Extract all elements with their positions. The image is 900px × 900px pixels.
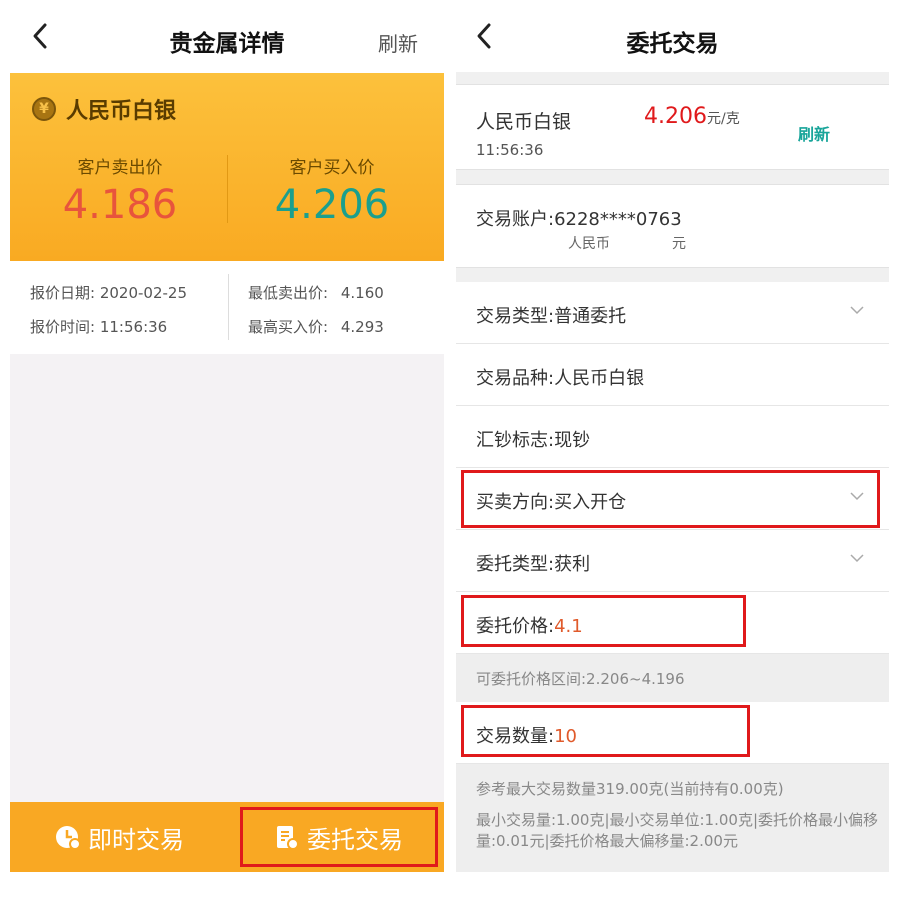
account-line: 交易账户:6228****0763 [476, 205, 682, 231]
quote-time: 报价时间: 11:56:36 [30, 316, 167, 337]
divider [227, 155, 228, 223]
cash-flag-field: 汇钞标志:现钞 [476, 426, 590, 452]
top-bar: 委托交易 [456, 0, 889, 72]
entrust-trade-screen: 委托交易 人民币白银 4.206元/克 11:56:36 刷新 交易账户:622… [456, 0, 889, 900]
top-bar: 贵金属详情 刷新 [10, 0, 444, 72]
max-buy-value: 4.293 [340, 318, 384, 336]
price-card: ¥ 人民币白银 客户卖出价 4.186 客户买入价 4.206 [10, 73, 444, 261]
max-quantity-hint: 参考最大交易数量319.00克(当前持有0.00克) [476, 780, 784, 798]
trade-type-row[interactable]: 交易类型:普通委托 [456, 282, 889, 344]
min-sell: 最低卖出价: 4.160 [248, 282, 384, 303]
account-label: 交易账户: [476, 209, 555, 230]
trade-type-label: 交易类型: [476, 306, 555, 327]
buy-price-value: 4.206 [274, 182, 390, 228]
trade-type-value: 普通委托 [554, 306, 627, 327]
chevron-down-icon [850, 306, 864, 315]
spacer [456, 268, 889, 282]
chevron-down-icon [850, 554, 864, 563]
cash-flag-value: 现钞 [554, 430, 591, 451]
refresh-button[interactable]: 刷新 [798, 121, 830, 145]
quote-date: 报价日期: 2020-02-25 [30, 282, 187, 303]
trade-product-label: 交易品种: [476, 368, 555, 389]
divider [228, 274, 229, 340]
account-currency: 人民币 [568, 236, 610, 252]
trade-type-field: 交易类型:普通委托 [476, 302, 626, 328]
min-sell-label: 最低卖出价: [248, 284, 329, 302]
entrust-type-label: 委托类型: [476, 554, 555, 575]
product-price-unit: 元/克 [706, 111, 740, 127]
trade-product-field: 交易品种:人民币白银 [476, 364, 644, 390]
masked-balance [610, 237, 672, 251]
entrust-type-field: 委托类型:获利 [476, 550, 590, 576]
yuan-coin-icon: ¥ [32, 97, 56, 121]
instant-trade-label: 即时交易 [88, 825, 184, 854]
precious-metal-detail-screen: 贵金属详情 刷新 ¥ 人民币白银 客户卖出价 4.186 客户买入价 4.206… [10, 0, 444, 900]
quote-date-value: 2020-02-25 [99, 284, 188, 302]
trade-product-row: 交易品种:人民币白银 [456, 344, 889, 406]
trade-product-value: 人民币白银 [554, 368, 645, 389]
sell-price-block: 客户卖出价 4.186 [20, 153, 220, 228]
account-number: 6228****0763 [554, 209, 682, 230]
quantity-hints: 参考最大交易数量319.00克(当前持有0.00克) 最小交易量:1.00克|最… [456, 764, 889, 872]
price-range-hint: 可委托价格区间:2.206~4.196 [456, 654, 889, 702]
price-range-text: 可委托价格区间:2.206~4.196 [476, 670, 685, 688]
refresh-button[interactable]: 刷新 [378, 28, 418, 57]
spacer [456, 170, 889, 184]
max-buy: 最高买入价: 4.293 [248, 316, 384, 337]
cash-flag-label: 汇钞标志: [476, 430, 555, 451]
quote-info: 报价日期: 2020-02-25 报价时间: 11:56:36 最低卖出价: 4… [10, 262, 444, 354]
account-section: 交易账户:6228****0763 人民币 元 [456, 184, 889, 268]
instant-trade-button[interactable]: 即时交易 [54, 816, 184, 858]
account-balance: 人民币 元 [568, 233, 686, 253]
quote-date-label: 报价日期: [30, 284, 96, 302]
quote-time-value: 11:56:36 [99, 318, 168, 336]
empty-area [10, 354, 444, 802]
product-quote-section: 人民币白银 4.206元/克 11:56:36 刷新 [456, 84, 889, 170]
highlight-box [240, 807, 438, 867]
entrust-type-row[interactable]: 委托类型:获利 [456, 530, 889, 592]
account-balance-suffix: 元 [672, 236, 686, 252]
min-sell-value: 4.160 [340, 284, 384, 302]
product-price-value: 4.206 [644, 104, 707, 129]
max-buy-label: 最高买入价: [248, 318, 329, 336]
metal-name: 人民币白银 [66, 99, 177, 124]
page-title: 委托交易 [626, 31, 719, 57]
quote-time-label: 报价时间: [30, 318, 96, 336]
highlight-box [461, 705, 750, 757]
product-name: 人民币白银 [476, 111, 572, 133]
buy-price-block: 客户买入价 4.206 [232, 153, 432, 228]
entrust-type-value: 获利 [554, 554, 591, 575]
quote-time: 11:56:36 [476, 141, 544, 159]
clock-icon [56, 826, 81, 850]
trade-rules-hint: 最小交易量:1.00克|最小交易单位:1.00克|委托价格最小偏移量:0.01元… [476, 811, 879, 850]
sell-price-label: 客户卖出价 [77, 158, 163, 178]
cash-flag-row: 汇钞标志:现钞 [456, 406, 889, 468]
buy-price-label: 客户买入价 [289, 158, 375, 178]
product-price: 4.206元/克 [644, 104, 740, 129]
highlight-box [461, 470, 880, 528]
sell-price-value: 4.186 [62, 182, 178, 228]
highlight-box [461, 595, 746, 647]
spacer [456, 72, 889, 84]
